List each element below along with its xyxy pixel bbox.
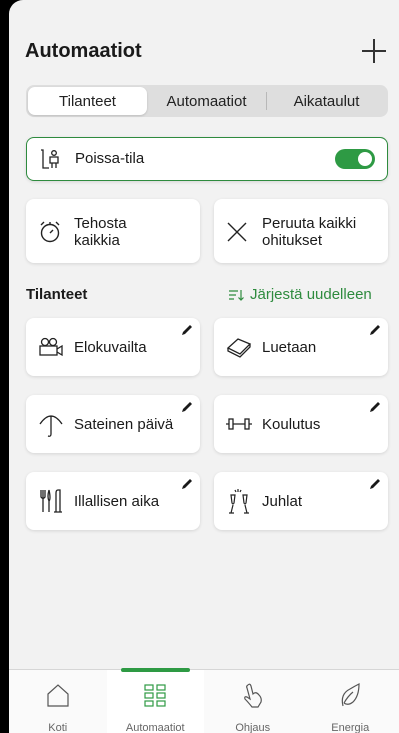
section-title: Tilanteet xyxy=(26,286,88,303)
cancel-overrides-button[interactable]: Peruuta kaikki ohitukset xyxy=(214,199,388,263)
nav-label: Automaatiot xyxy=(125,722,185,733)
edit-pencil-icon[interactable] xyxy=(180,400,194,414)
scene-tile-sateinen-paiva[interactable]: Sateinen päivä xyxy=(26,395,200,453)
leaf-icon xyxy=(341,683,360,707)
scene-tile-elokuvailta[interactable]: Elokuvailta xyxy=(26,318,200,376)
book-icon xyxy=(226,338,252,358)
automations-screen: Automaatiot Tilanteet Automaatiot Aikata… xyxy=(9,0,399,733)
nav-energia[interactable]: Energia xyxy=(302,670,399,733)
scene-tile-luetaan[interactable]: Luetaan xyxy=(214,318,388,376)
boost-all-button[interactable]: Tehosta kaikkia xyxy=(26,199,200,263)
person-leaving-icon xyxy=(41,149,59,169)
champagne-icon xyxy=(229,489,249,514)
scene-tile-juhlat[interactable]: Juhlat xyxy=(214,472,388,530)
segmented-tabs: Tilanteet Automaatiot Aikataulut xyxy=(26,85,388,117)
scene-tile-illallisen-aika[interactable]: Illallisen aika xyxy=(26,472,200,530)
nav-label: Ohjaus xyxy=(235,722,271,733)
scene-tile-koulutus[interactable]: Koulutus xyxy=(214,395,388,453)
nav-automaatiot[interactable]: Automaatiot xyxy=(106,668,204,733)
add-button[interactable] xyxy=(361,38,387,64)
away-mode-label: Poissa-tila xyxy=(75,150,145,167)
cancel-overrides-label: Peruuta kaikki ohitukset xyxy=(262,215,357,249)
scene-label: Sateinen päivä xyxy=(74,416,174,433)
umbrella-icon xyxy=(39,415,63,437)
nav-label: Energia xyxy=(331,722,370,733)
camera-icon xyxy=(39,337,63,357)
edit-pencil-icon[interactable] xyxy=(180,477,194,491)
tab-aikataulut[interactable]: Aikataulut xyxy=(267,87,386,115)
header: Automaatiot xyxy=(25,38,389,68)
page-title: Automaatiot xyxy=(25,40,142,62)
away-mode-toggle[interactable] xyxy=(335,149,375,169)
scene-label: Elokuvailta xyxy=(74,339,147,356)
edit-pencil-icon[interactable] xyxy=(368,323,382,337)
tab-tilanteet[interactable]: Tilanteet xyxy=(28,87,147,115)
edit-pencil-icon[interactable] xyxy=(368,477,382,491)
timer-icon xyxy=(40,221,60,243)
nav-ohjaus[interactable]: Ohjaus xyxy=(204,670,302,733)
reorder-button[interactable]: Järjestä uudelleen xyxy=(228,286,372,303)
scene-label: Koulutus xyxy=(262,416,321,433)
scene-label: Luetaan xyxy=(262,339,317,356)
nav-koti[interactable]: Koti xyxy=(9,670,107,733)
scene-label: Illallisen aika xyxy=(74,493,160,510)
bottom-nav: Koti Automaatiot Ohjaus Energia xyxy=(9,668,399,733)
reorder-label: Järjestä uudelleen xyxy=(250,286,372,303)
edit-pencil-icon[interactable] xyxy=(368,400,382,414)
dumbbell-icon xyxy=(226,418,252,430)
tab-automaatiot[interactable]: Automaatiot xyxy=(147,87,266,115)
nav-label: Koti xyxy=(48,722,68,733)
cutlery-icon xyxy=(40,489,62,513)
home-icon xyxy=(47,684,69,707)
sort-icon xyxy=(229,289,244,301)
grid-icon xyxy=(144,684,166,707)
away-mode-card[interactable]: Poissa-tila xyxy=(26,137,388,181)
boost-all-label: Tehosta kaikkia xyxy=(74,215,127,249)
close-icon xyxy=(227,222,247,242)
hand-icon xyxy=(243,683,262,708)
edit-pencil-icon[interactable] xyxy=(180,323,194,337)
scene-label: Juhlat xyxy=(262,493,303,510)
